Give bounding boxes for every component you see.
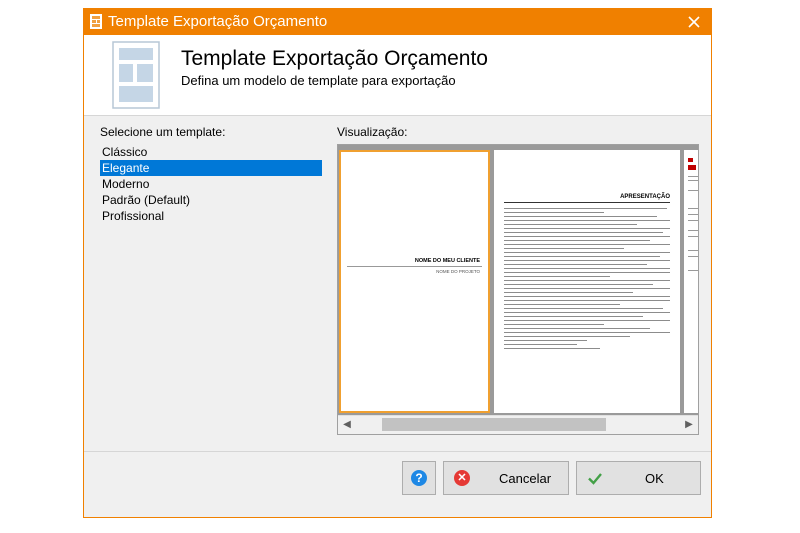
page-text-line (504, 268, 670, 269)
checkmark-icon (588, 473, 602, 485)
page-text-line (504, 288, 670, 289)
page-text-line (688, 236, 698, 237)
content-divider (504, 202, 670, 203)
page-text-line (504, 336, 631, 337)
page-text-line (504, 216, 657, 217)
header-subtitle: Defina um modelo de template para export… (181, 73, 456, 88)
page-text-line (504, 240, 651, 241)
page-text-line (504, 244, 670, 245)
list-item[interactable]: Elegante (100, 160, 322, 176)
cancel-button[interactable]: ✕ Cancelar (443, 461, 569, 495)
page-text-line (504, 208, 667, 209)
cancel-icon: ✕ (454, 470, 470, 486)
page-text-line (504, 252, 670, 253)
preview-content-page: APRESENTAÇÃO (494, 150, 680, 413)
ok-button[interactable]: OK (576, 461, 701, 495)
header-title: Template Exportação Orçamento (181, 47, 488, 70)
page-text-line (504, 232, 664, 233)
list-item[interactable]: Profissional (100, 208, 322, 224)
page-text-line (688, 208, 698, 209)
page-text-line (688, 180, 698, 181)
dialog-header: Template Exportação Orçamento Defina um … (84, 35, 711, 116)
content-heading: APRESENTAÇÃO (620, 194, 670, 200)
cover-project-name: NOME DO PROJETO (436, 269, 480, 274)
page-text-line (688, 220, 698, 221)
page-text-line (504, 256, 661, 257)
page-text-line (504, 348, 601, 349)
list-item[interactable]: Moderno (100, 176, 322, 192)
help-button[interactable]: ? (402, 461, 436, 495)
preview-panel[interactable]: NOME DO MEU CLIENTE NOME DO PROJETO APRE… (337, 144, 699, 435)
page-text-line (504, 272, 670, 273)
page-text-line (504, 304, 621, 305)
cover-client-name: NOME DO MEU CLIENTE (414, 258, 480, 264)
close-icon[interactable] (677, 9, 711, 35)
page-text-line (688, 256, 698, 257)
preview-horizontal-scrollbar[interactable]: ◀ ▶ (338, 415, 698, 434)
scroll-left-icon[interactable]: ◀ (338, 416, 356, 434)
page-text-line (504, 280, 670, 281)
page-text-line (504, 236, 670, 237)
title-bar[interactable]: Template Exportação Orçamento (84, 9, 711, 35)
scroll-right-icon[interactable]: ▶ (680, 416, 698, 434)
page-text-line (504, 324, 604, 325)
page-text-line (504, 344, 578, 345)
page-text-line (504, 264, 647, 265)
page-text-line (504, 312, 670, 313)
page-logo-mark (688, 165, 696, 170)
page-text-line (688, 250, 698, 251)
template-list-label: Selecione um template: (100, 125, 226, 139)
page-text-line (504, 296, 670, 297)
scrollbar-thumb[interactable] (382, 418, 606, 431)
ok-button-label: OK (645, 471, 664, 486)
template-icon (112, 41, 160, 109)
page-text-line (688, 230, 698, 231)
page-text-line (504, 276, 611, 277)
cancel-button-label: Cancelar (499, 471, 552, 486)
page-text-line (504, 292, 634, 293)
help-icon: ? (411, 470, 427, 486)
page-text-line (688, 176, 698, 177)
preview-third-page (684, 150, 698, 413)
preview-label: Visualização: (337, 125, 408, 139)
page-text-line (688, 214, 698, 215)
cover-divider (347, 266, 482, 267)
page-text-line (504, 308, 664, 309)
page-text-line (504, 260, 670, 261)
page-text-line (504, 248, 624, 249)
list-item[interactable]: Padrão (Default) (100, 192, 322, 208)
dialog-window: Template Exportação Orçamento Template E… (83, 8, 712, 518)
page-text-line (504, 284, 654, 285)
page-text-line (504, 300, 670, 301)
preview-cover-page: NOME DO MEU CLIENTE NOME DO PROJETO (339, 150, 490, 413)
page-text-line (504, 332, 670, 333)
list-item[interactable]: Clássico (100, 144, 322, 160)
window-title: Template Exportação Orçamento (108, 13, 328, 30)
page-text-line (688, 190, 698, 191)
page-text-line (504, 320, 670, 321)
footer-divider (84, 451, 711, 452)
page-text-line (504, 220, 670, 221)
preview-canvas: NOME DO MEU CLIENTE NOME DO PROJETO APRE… (338, 145, 698, 416)
page-text-line (504, 212, 604, 213)
page-text-line (504, 328, 651, 329)
page-text-line (504, 316, 644, 317)
document-icon (90, 14, 102, 29)
page-text-line (504, 340, 587, 341)
page-text-line (688, 270, 698, 271)
page-text-line (504, 224, 637, 225)
page-text-line (504, 228, 670, 229)
template-list[interactable]: Clássico Elegante Moderno Padrão (Defaul… (100, 144, 322, 224)
page-logo-mark (688, 158, 693, 162)
content-text-block (504, 205, 670, 349)
